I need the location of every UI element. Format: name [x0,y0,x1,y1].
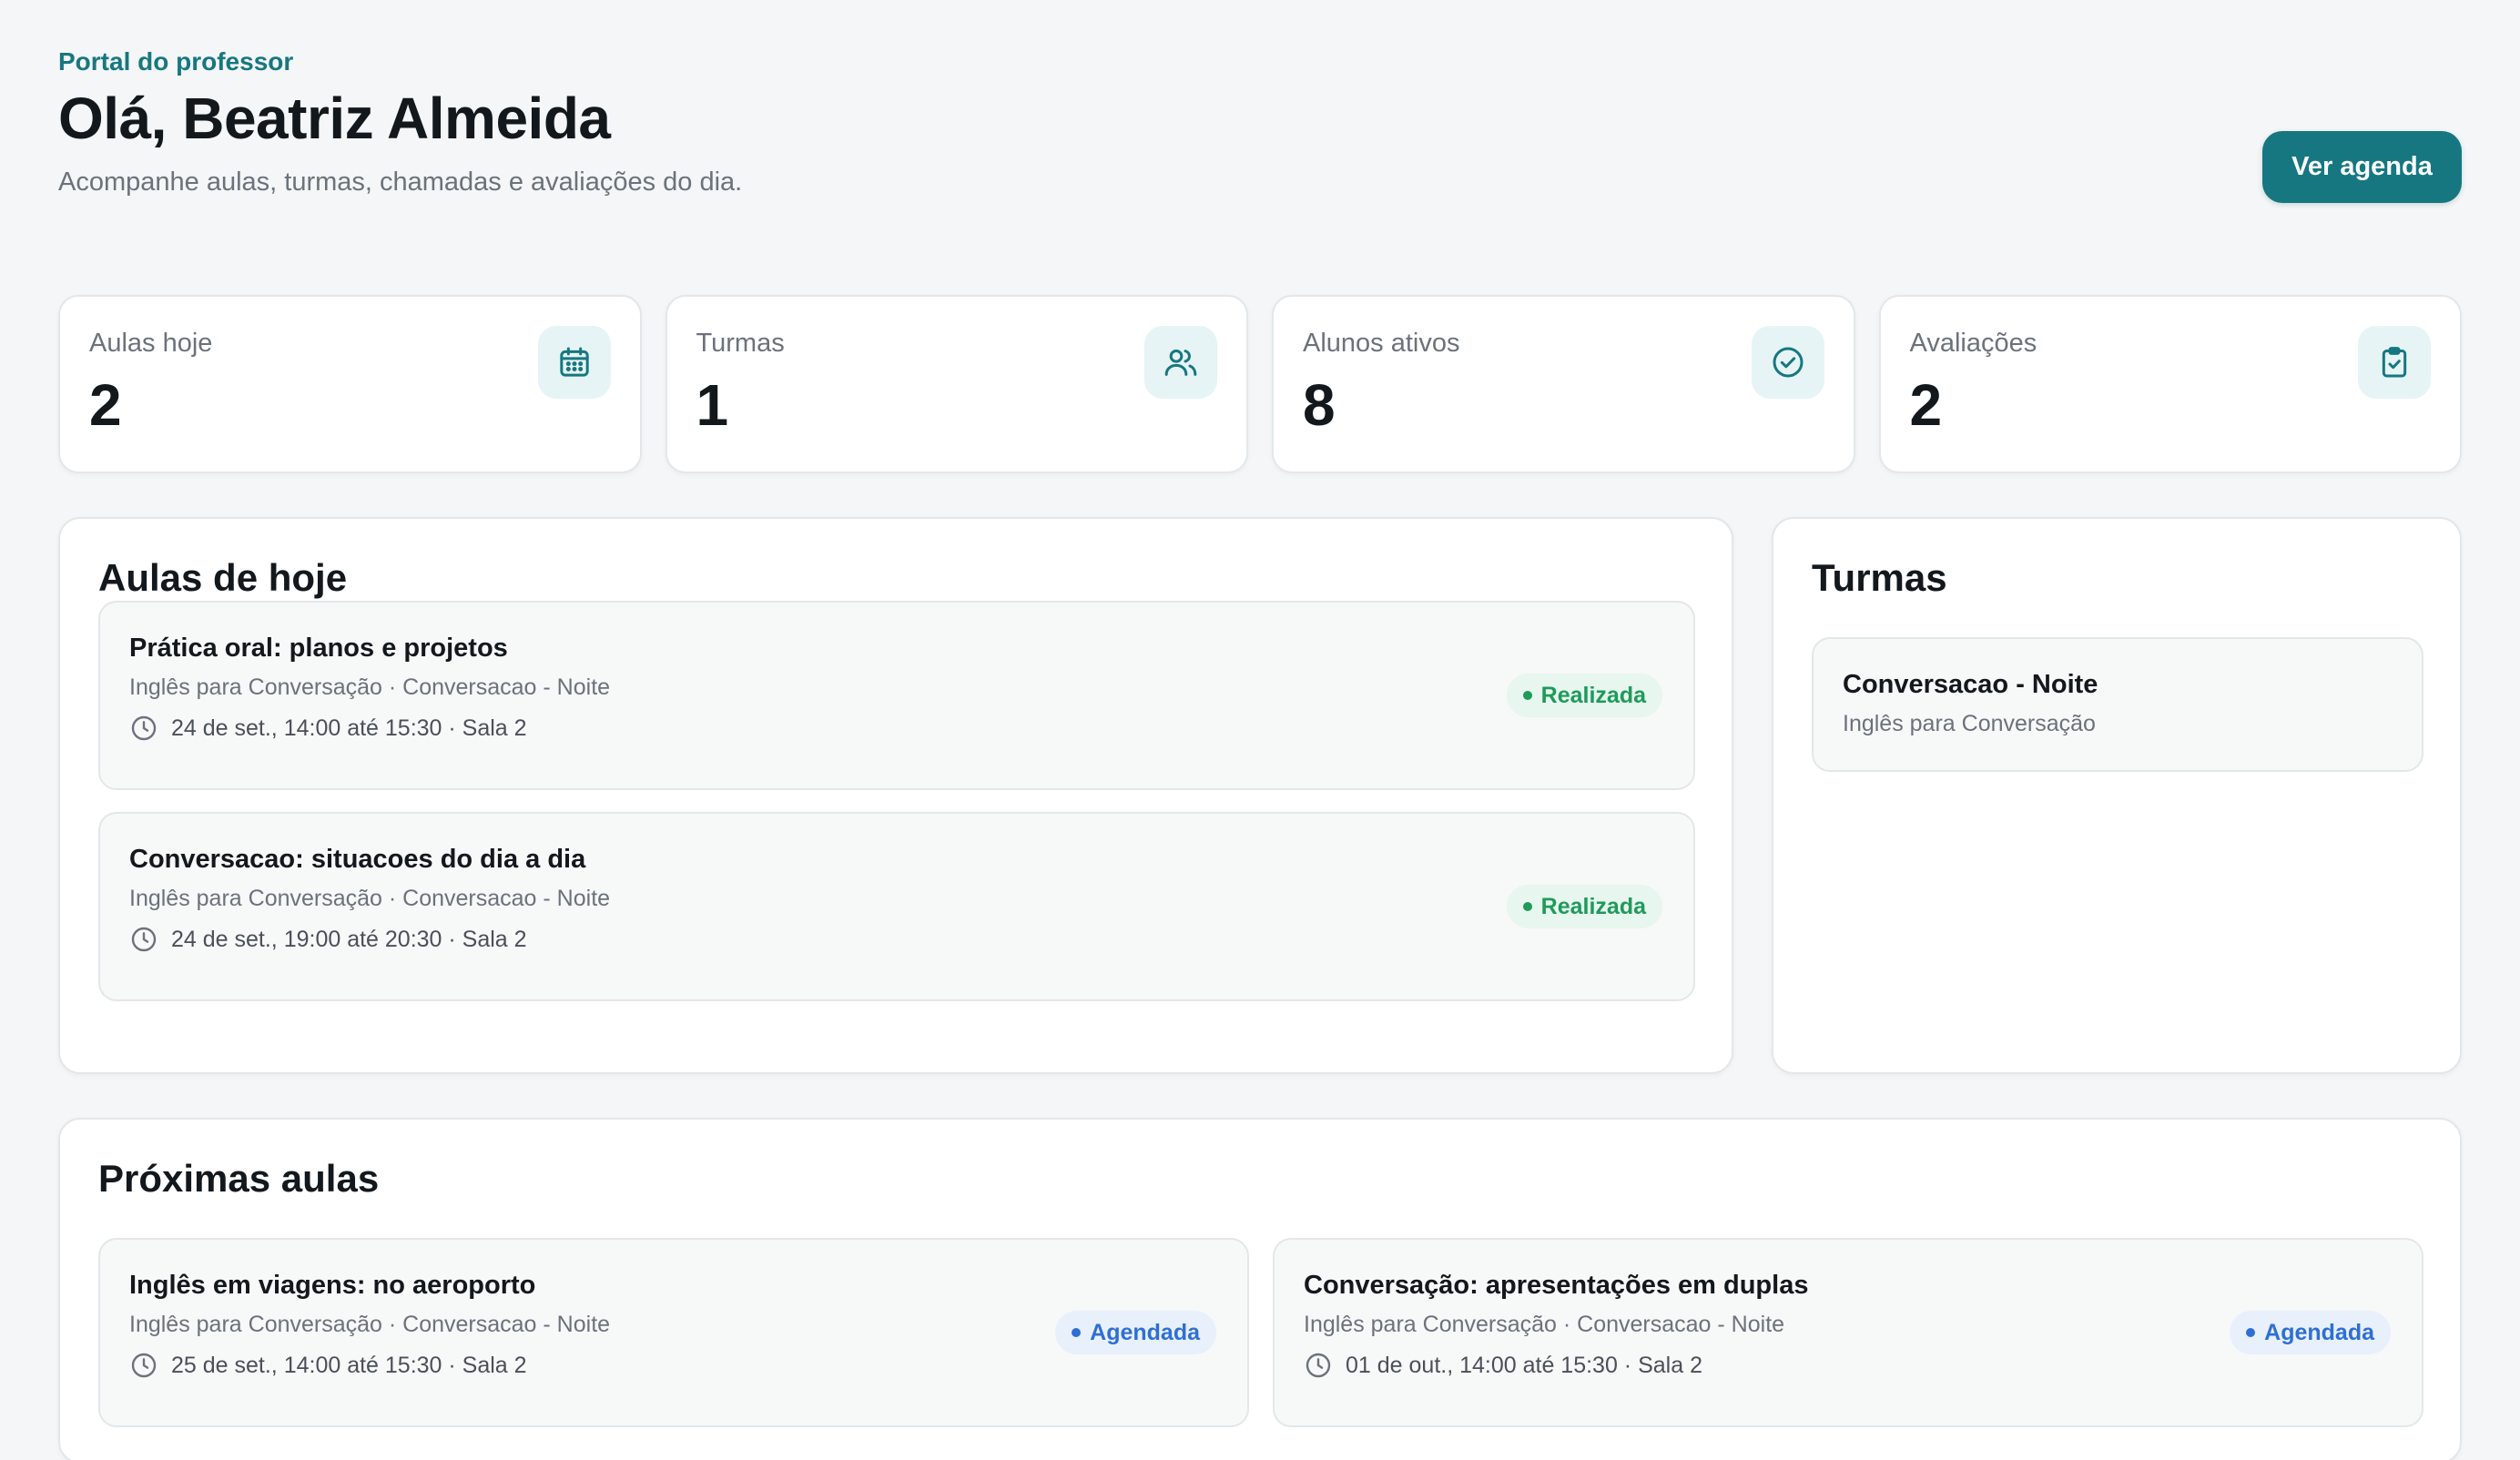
stat-label: Avaliações [1909,329,2037,358]
status-label: Agendada [2264,1319,2374,1345]
lesson-time-text: 24 de set., 19:00 até 20:30 · Sala 2 [171,927,527,952]
stat-card-active-students: Alunos ativos 8 [1272,295,1855,473]
status-badge: Agendada [2230,1311,2391,1354]
clock-icon [1306,1353,1331,1378]
clock-icon [131,1353,157,1378]
clipboard-check-icon [2358,326,2431,399]
status-label: Realizada [1540,682,1646,708]
stat-value: 8 [1303,372,1336,438]
lesson-card[interactable]: Conversação: apresentações em duplas Ing… [1273,1238,2423,1427]
classes-panel: Turmas Conversacao - Noite Inglês para C… [1772,517,2462,1074]
lesson-title: Inglês em viagens: no aeroporto [129,1271,536,1300]
page-title: Olá, Beatriz Almeida [58,86,611,151]
main-row: Aulas de hoje Prática oral: planos e pro… [58,517,2462,1074]
today-lessons-panel: Aulas de hoje Prática oral: planos e pro… [58,517,1733,1074]
lesson-card[interactable]: Prática oral: planos e projetos Inglês p… [98,601,1695,790]
status-badge: Agendada [1055,1311,1216,1354]
stat-card-assessments: Avaliações 2 [1878,295,2462,473]
lesson-time: 24 de set., 19:00 até 20:30 · Sala 2 [129,925,1664,954]
lesson-card[interactable]: Inglês em viagens: no aeroporto Inglês p… [98,1238,1249,1427]
stat-label: Aulas hoje [89,329,213,358]
stat-card-lessons-today: Aulas hoje 2 [58,295,642,473]
lesson-subtitle: Inglês para Conversação · Conversacao - … [129,674,611,700]
lesson-card[interactable]: Conversacao: situacoes do dia a dia Ingl… [98,812,1695,1001]
status-label: Realizada [1540,893,1646,919]
status-dot [1072,1328,1082,1337]
class-name: Conversacao - Noite [1843,670,2098,699]
lesson-time: 01 de out., 14:00 até 15:30 · Sala 2 [1304,1351,2393,1380]
status-dot [1522,902,1532,911]
status-label: Agendada [1090,1319,1200,1345]
stat-label: Turmas [696,329,785,358]
page-subtitle: Acompanhe aulas, turmas, chamadas e aval… [58,167,743,197]
stat-value: 1 [696,372,729,438]
users-icon [1144,326,1217,399]
clock-icon [131,927,157,952]
stat-value: 2 [89,372,122,438]
stat-label: Alunos ativos [1303,329,1460,358]
lesson-title: Conversação: apresentações em duplas [1304,1271,1809,1300]
stat-value: 2 [1909,372,1943,438]
upcoming-grid: Inglês em viagens: no aeroporto Inglês p… [98,1238,2423,1427]
lesson-time-text: 01 de out., 14:00 até 15:30 · Sala 2 [1346,1353,1702,1378]
panel-title: Aulas de hoje [98,556,348,599]
calendar-icon [537,326,611,399]
check-circle-icon [1751,326,1824,399]
class-card[interactable]: Conversacao - Noite Inglês para Conversa… [1812,637,2423,772]
class-course: Inglês para Conversação [1843,711,2096,736]
lesson-subtitle: Inglês para Conversação · Conversacao - … [129,886,611,911]
lesson-title: Conversacao: situacoes do dia a dia [129,845,586,874]
lesson-time: 25 de set., 14:00 até 15:30 · Sala 2 [129,1351,1218,1380]
panel-title: Próximas aulas [98,1157,380,1200]
page-header: Portal do professor Olá, Beatriz Almeida… [58,47,2462,246]
portal-eyebrow: Portal do professor [58,47,294,76]
status-dot [1522,691,1532,700]
lesson-title: Prática oral: planos e projetos [129,634,508,663]
panel-title: Turmas [1812,556,1947,599]
lesson-time-text: 24 de set., 14:00 até 15:30 · Sala 2 [171,715,527,741]
teacher-portal: Portal do professor Olá, Beatriz Almeida… [0,0,2520,1460]
view-schedule-button[interactable]: Ver agenda [2262,131,2462,203]
status-dot [2246,1328,2256,1337]
stat-card-classes: Turmas 1 [665,295,1248,473]
lesson-time-text: 25 de set., 14:00 até 15:30 · Sala 2 [171,1353,527,1378]
upcoming-lessons-panel: Próximas aulas Inglês em viagens: no aer… [58,1118,2462,1460]
stats-row: Aulas hoje 2 Turmas 1 Alunos ativos 8 Av… [58,295,2462,473]
status-badge: Realizada [1506,885,1662,928]
clock-icon [131,715,157,741]
lesson-time: 24 de set., 14:00 até 15:30 · Sala 2 [129,714,1664,743]
status-badge: Realizada [1506,674,1662,717]
